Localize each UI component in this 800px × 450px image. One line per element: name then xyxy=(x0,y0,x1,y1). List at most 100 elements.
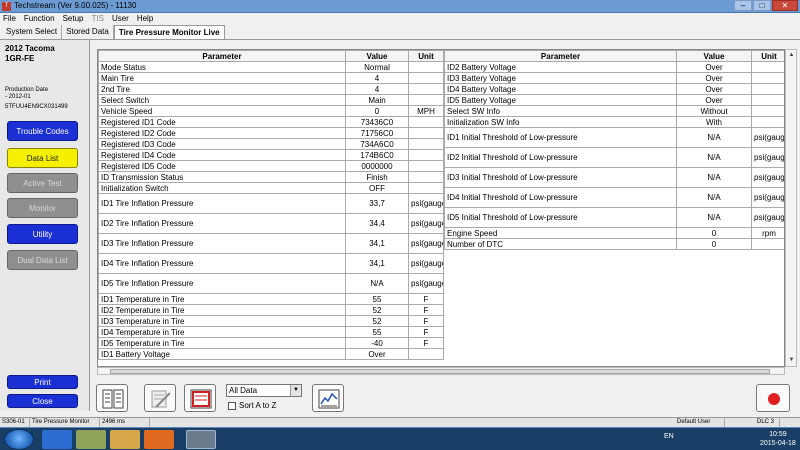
file-explorer-icon[interactable] xyxy=(110,430,140,449)
trouble-codes-button[interactable]: Trouble Codes xyxy=(7,121,78,141)
stop-recording-button[interactable] xyxy=(756,384,790,412)
data-filter-select[interactable]: All Data ▼ xyxy=(226,384,302,397)
table-row[interactable]: ID4 Tire Inflation Pressure34,1psi(gauge… xyxy=(98,253,444,274)
edit-list-button[interactable] xyxy=(144,384,176,412)
menu-function[interactable]: Function xyxy=(24,13,55,25)
menu-user[interactable]: User xyxy=(112,13,129,25)
data-table-left: Parameter Value Unit Mode Status Normal Ma… xyxy=(98,50,444,360)
menu-setup[interactable]: Setup xyxy=(63,13,84,25)
table-row[interactable]: Select Switch Main xyxy=(98,94,444,106)
table-row[interactable]: ID1 Battery Voltage Over xyxy=(98,348,444,360)
security-icon[interactable] xyxy=(76,430,106,449)
table-row[interactable]: ID3 Temperature in Tire 52 F xyxy=(98,315,444,327)
close-button[interactable]: Close xyxy=(7,394,78,408)
column-header-unit[interactable]: Unit xyxy=(408,50,444,62)
parameter-cell: ID1 Temperature in Tire xyxy=(98,293,346,305)
table-row[interactable]: Mode Status Normal xyxy=(98,61,444,73)
column-header-unit[interactable]: Unit xyxy=(751,50,784,62)
table-row[interactable]: ID1 Tire Inflation Pressure33,7psi(gauge… xyxy=(98,193,444,214)
data-list-button[interactable]: Data List xyxy=(7,148,78,168)
unit-cell: psi(gauge) xyxy=(751,167,784,188)
utility-button[interactable]: Utility xyxy=(7,224,78,244)
menu-file[interactable]: File xyxy=(3,13,16,25)
windows-taskbar: EN 10:59 2015-04-18 xyxy=(0,427,800,450)
table-row[interactable]: Number of DTC 0 xyxy=(444,238,784,250)
parameter-cell: ID1 Initial Threshold of Low-pressure xyxy=(444,127,677,148)
table-row[interactable]: ID5 Initial Threshold of Low-pressure N/A… xyxy=(444,207,784,228)
table-row[interactable]: Registered ID2 Code 71756C0 xyxy=(98,127,444,139)
table-row[interactable]: ID1 Temperature in Tire 55 F xyxy=(98,293,444,305)
active-test-button[interactable]: Active Test xyxy=(7,173,78,193)
column-header-parameter[interactable]: Parameter xyxy=(444,50,677,62)
system-clock[interactable]: 10:59 2015-04-18 xyxy=(760,430,796,448)
unit-cell xyxy=(751,116,784,128)
data-list-view-button[interactable] xyxy=(96,384,128,412)
scroll-down-icon[interactable]: ▼ xyxy=(787,356,796,365)
maximize-button[interactable]: □ xyxy=(753,0,771,11)
menu-tis[interactable]: TIS xyxy=(91,13,103,25)
parameter-cell: ID3 Tire Inflation Pressure xyxy=(98,233,346,254)
table-row[interactable]: Initialization Switch OFF xyxy=(98,182,444,194)
chevron-down-icon[interactable]: ▼ xyxy=(290,385,301,396)
table-row[interactable]: ID5 Tire Inflation PressureN/Apsi(gauge) xyxy=(98,273,444,294)
value-cell: -40 xyxy=(345,337,409,349)
status-screen: Tire Pressure Monitor xyxy=(30,418,100,427)
value-cell: N/A xyxy=(676,127,752,148)
table-row[interactable]: ID2 Initial Threshold of Low-pressure N/A… xyxy=(444,147,784,168)
table-row[interactable]: ID5 Battery Voltage Over xyxy=(444,94,784,106)
firefox-icon[interactable] xyxy=(144,430,174,449)
table-row[interactable]: ID4 Temperature in Tire 55 F xyxy=(98,326,444,338)
value-cell: OFF xyxy=(345,182,409,194)
horizontal-scrollbar[interactable] xyxy=(97,367,785,375)
monitor-button[interactable]: Monitor xyxy=(7,198,78,218)
sort-a-to-z-checkbox[interactable] xyxy=(228,402,236,410)
start-button[interactable] xyxy=(4,429,34,450)
table-row[interactable]: Registered ID5 Code 0000000 xyxy=(98,160,444,172)
graph-view-button[interactable] xyxy=(312,384,344,412)
table-row[interactable]: ID2 Temperature in Tire 52 F xyxy=(98,304,444,316)
table-row[interactable]: Main Tire 4 xyxy=(98,72,444,84)
print-button[interactable]: Print xyxy=(7,375,78,389)
techstream-taskbar-icon[interactable] xyxy=(186,430,216,449)
column-header-value[interactable]: Value xyxy=(676,50,752,62)
menu-help[interactable]: Help xyxy=(137,13,153,25)
column-header-parameter[interactable]: Parameter xyxy=(98,50,346,62)
table-row[interactable]: ID1 Initial Threshold of Low-pressure N/A… xyxy=(444,127,784,148)
unit-cell: psi(gauge) xyxy=(751,187,784,208)
table-row[interactable]: ID5 Temperature in Tire -40 F xyxy=(98,337,444,349)
minimize-button[interactable]: – xyxy=(734,0,752,11)
internet-explorer-icon[interactable] xyxy=(42,430,72,449)
parameter-cell: ID5 Temperature in Tire xyxy=(98,337,346,349)
language-indicator[interactable]: EN xyxy=(664,433,674,440)
table-row[interactable]: Select SW Info Without xyxy=(444,105,784,117)
table-row[interactable]: Registered ID3 Code 734A6C0 xyxy=(98,138,444,150)
table-row[interactable]: ID2 Tire Inflation Pressure34,4psi(gauge… xyxy=(98,213,444,234)
vertical-scrollbar[interactable]: ▲ ▼ xyxy=(785,49,797,367)
column-header-value[interactable]: Value xyxy=(345,50,409,62)
parameter-cell: ID1 Battery Voltage xyxy=(98,348,346,360)
table-row[interactable]: Registered ID4 Code 174B6C0 xyxy=(98,149,444,161)
scroll-thumb[interactable] xyxy=(110,369,770,374)
table-row[interactable]: ID2 Battery Voltage Over xyxy=(444,61,784,73)
close-window-button[interactable]: ✕ xyxy=(772,0,798,11)
table-row[interactable]: ID3 Initial Threshold of Low-pressure N/A… xyxy=(444,167,784,188)
dual-data-list-button[interactable]: Dual Data List xyxy=(7,250,78,270)
tab-system-select[interactable]: System Select xyxy=(2,25,63,39)
table-row[interactable]: Engine Speed 0 rpm xyxy=(444,227,784,239)
table-row[interactable]: Vehicle Speed 0 MPH xyxy=(98,105,444,117)
table-row[interactable]: ID4 Initial Threshold of Low-pressure N/A… xyxy=(444,187,784,208)
tab-stored-data[interactable]: Stored Data xyxy=(62,25,114,39)
table-row[interactable]: Registered ID1 Code 73436C0 xyxy=(98,116,444,128)
table-row[interactable]: ID Transmission Status Finish xyxy=(98,171,444,183)
scroll-up-icon[interactable]: ▲ xyxy=(787,51,796,60)
tab-tire-pressure-monitor-live[interactable]: Tire Pressure Monitor Live xyxy=(113,25,225,39)
table-row[interactable]: ID4 Battery Voltage Over xyxy=(444,83,784,95)
table-row[interactable]: ID3 Battery Voltage Over xyxy=(444,72,784,84)
window-title: Techstream (Ver 9.00.025) - 11130 xyxy=(14,1,137,10)
parameter-cell: Engine Speed xyxy=(444,227,677,239)
table-row[interactable]: Initialization SW Info With xyxy=(444,116,784,128)
unit-cell: psi(gauge) xyxy=(751,207,784,228)
table-row[interactable]: 2nd Tire 4 xyxy=(98,83,444,95)
record-snapshot-button[interactable] xyxy=(184,384,216,412)
table-row[interactable]: ID3 Tire Inflation Pressure34,1psi(gauge… xyxy=(98,233,444,254)
